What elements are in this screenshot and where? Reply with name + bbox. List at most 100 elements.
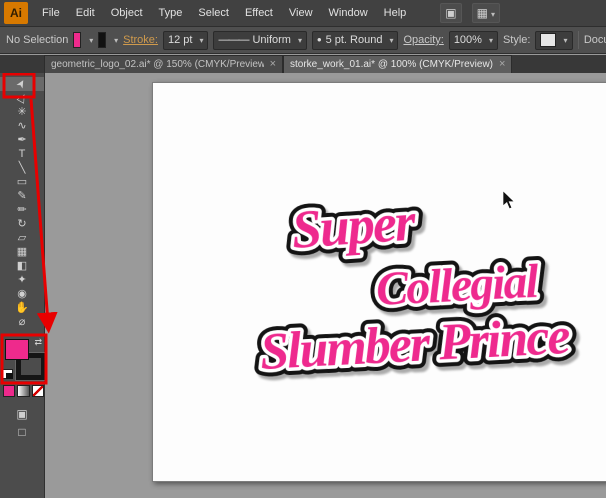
line-segment-icon: ╲ xyxy=(19,161,26,175)
fill-color-swatch[interactable] xyxy=(73,32,81,48)
paintbrush-icon: ✎ xyxy=(17,189,26,203)
mesh-icon: ▦ xyxy=(17,245,27,259)
none-button[interactable] xyxy=(32,385,44,397)
pen-icon: ✒ xyxy=(17,133,26,147)
type-tool[interactable]: T xyxy=(0,147,44,161)
mesh-tool[interactable]: ▦ xyxy=(0,245,44,259)
tab-title: storke_work_01.ai* @ 100% (CMYK/Preview) xyxy=(290,56,493,73)
artwork-line-super: Super Super xyxy=(290,191,419,260)
screen-mode-button[interactable]: □ xyxy=(0,423,44,441)
lasso-tool[interactable]: ∿ xyxy=(0,119,44,133)
rectangle-tool[interactable]: ▭ xyxy=(0,175,44,189)
brush-preview-icon: • xyxy=(317,35,322,45)
swap-fill-stroke-icon[interactable]: ⇄ xyxy=(34,337,42,348)
blend-tool[interactable]: ◉ xyxy=(0,287,44,301)
screen-mode-icon: □ xyxy=(18,423,25,441)
blend-icon: ◉ xyxy=(17,287,27,301)
document-setup-button[interactable]: Document S xyxy=(584,34,606,46)
artwork-line-slumber-prince: Slumber Prince Slumber Prince xyxy=(259,308,571,381)
width-profile-value: Uniform xyxy=(252,34,291,46)
stroke-width-value: 12 pt xyxy=(168,34,192,46)
rotate-tool[interactable]: ↻ xyxy=(0,217,44,231)
menu-type[interactable]: Type xyxy=(151,0,191,26)
gradient-button[interactable] xyxy=(17,385,29,397)
default-fill-stroke-icon[interactable] xyxy=(2,369,13,379)
menu-file[interactable]: File xyxy=(34,0,68,26)
opacity-label[interactable]: Opacity: xyxy=(403,34,443,46)
arrange-documents-icon[interactable]: ▣ xyxy=(440,3,461,23)
type-icon: T xyxy=(19,147,26,161)
chevron-down-icon: ▾ xyxy=(563,36,567,45)
magic-wand-tool[interactable]: ✳ xyxy=(0,105,44,119)
brush-dropdown[interactable]: • 5 pt. Round ▾ xyxy=(312,31,398,50)
style-swatch-icon xyxy=(540,33,556,47)
stroke-color-swatch[interactable] xyxy=(98,32,106,48)
close-icon[interactable]: × xyxy=(499,56,505,73)
app-bar-icons: ▣ ▦▾ xyxy=(440,3,500,23)
pen-tool[interactable]: ✒ xyxy=(0,133,44,147)
toolbar-bottom: ▣ □ xyxy=(0,405,44,441)
line-sample-icon: ——— xyxy=(218,34,248,46)
svg-text:Slumber Prince: Slumber Prince xyxy=(259,308,571,381)
stroke-label[interactable]: Stroke: xyxy=(123,34,158,46)
zoom-tool[interactable]: ⌀ xyxy=(0,315,44,329)
artboard[interactable]: Super Super Collegial Collegial Slumber … xyxy=(152,82,606,482)
direct-selection-tool[interactable]: ▷ xyxy=(0,91,44,105)
selection-arrow-icon: ➤ xyxy=(14,77,31,92)
style-dropdown[interactable]: ▾ xyxy=(535,31,572,50)
style-label: Style: xyxy=(503,34,531,46)
rotate-icon: ↻ xyxy=(17,217,26,231)
chevron-down-icon: ▾ xyxy=(489,36,493,45)
zoom-icon: ⌀ xyxy=(19,315,26,329)
direct-selection-arrow-icon: ▷ xyxy=(14,91,30,105)
canvas-area[interactable]: Super Super Collegial Collegial Slumber … xyxy=(45,73,606,498)
menu-edit[interactable]: Edit xyxy=(68,0,103,26)
artwork-line-collegial: Collegial Collegial xyxy=(375,255,541,316)
hand-tool[interactable]: ✋ xyxy=(0,301,44,315)
workspace-grid-icon: ▦ xyxy=(477,6,488,20)
chevron-down-icon[interactable]: ▾ xyxy=(114,36,118,45)
width-profile-dropdown[interactable]: ——— Uniform ▾ xyxy=(213,31,307,50)
chevron-down-icon: ▾ xyxy=(199,36,203,45)
scale-icon: ▱ xyxy=(18,231,26,245)
svg-text:Super: Super xyxy=(290,191,419,260)
lasso-icon: ∿ xyxy=(17,119,26,133)
tab-title: geometric_logo_02.ai* @ 150% (CMYK/Previ… xyxy=(51,56,264,73)
selection-tool[interactable]: ➤ xyxy=(0,77,44,91)
document-tab-geometric-logo[interactable]: geometric_logo_02.ai* @ 150% (CMYK/Previ… xyxy=(44,55,283,73)
chevron-down-icon: ▾ xyxy=(389,36,393,45)
drawing-mode-icon: ▣ xyxy=(16,405,27,423)
chevron-down-icon[interactable]: ▾ xyxy=(89,36,93,45)
drawing-mode-button[interactable]: ▣ xyxy=(0,405,44,423)
scale-tool[interactable]: ▱ xyxy=(0,231,44,245)
menu-help[interactable]: Help xyxy=(376,0,415,26)
mouse-cursor-icon xyxy=(502,190,516,210)
gradient-tool[interactable]: ◧ xyxy=(0,259,44,273)
illustrator-window: Ai File Edit Object Type Select Effect V… xyxy=(0,0,606,498)
pencil-tool[interactable]: ✏ xyxy=(0,203,44,217)
line-segment-tool[interactable]: ╲ xyxy=(0,161,44,175)
paintbrush-tool[interactable]: ✎ xyxy=(0,189,44,203)
eyedropper-tool[interactable]: ✦ xyxy=(0,273,44,287)
menu-select[interactable]: Select xyxy=(190,0,237,26)
gradient-icon: ◧ xyxy=(17,259,27,273)
menu-view[interactable]: View xyxy=(281,0,321,26)
brush-value: 5 pt. Round xyxy=(326,34,383,46)
opacity-dropdown[interactable]: 100%▾ xyxy=(449,31,498,50)
color-button[interactable] xyxy=(3,385,15,397)
menu-window[interactable]: Window xyxy=(321,0,376,26)
stroke-width-dropdown[interactable]: 12 pt ▾ xyxy=(163,31,208,50)
fill-swatch[interactable] xyxy=(5,339,29,360)
pencil-icon: ✏ xyxy=(17,203,26,217)
workspace-switcher-icon[interactable]: ▦▾ xyxy=(472,3,500,23)
close-icon[interactable]: × xyxy=(270,56,276,73)
fill-stroke-swatches: ⇄ xyxy=(2,339,42,379)
selection-status: No Selection xyxy=(6,34,68,46)
menu-object[interactable]: Object xyxy=(103,0,151,26)
menu-effect[interactable]: Effect xyxy=(237,0,281,26)
chevron-down-icon: ▾ xyxy=(298,36,302,45)
menu-bar: Ai File Edit Object Type Select Effect V… xyxy=(0,0,606,27)
control-bar: No Selection ▾ ▾ Stroke: 12 pt ▾ ——— Unifo… xyxy=(0,27,606,54)
chevron-down-icon: ▾ xyxy=(491,10,495,19)
document-tab-storke-work[interactable]: storke_work_01.ai* @ 100% (CMYK/Preview)… xyxy=(283,55,512,73)
